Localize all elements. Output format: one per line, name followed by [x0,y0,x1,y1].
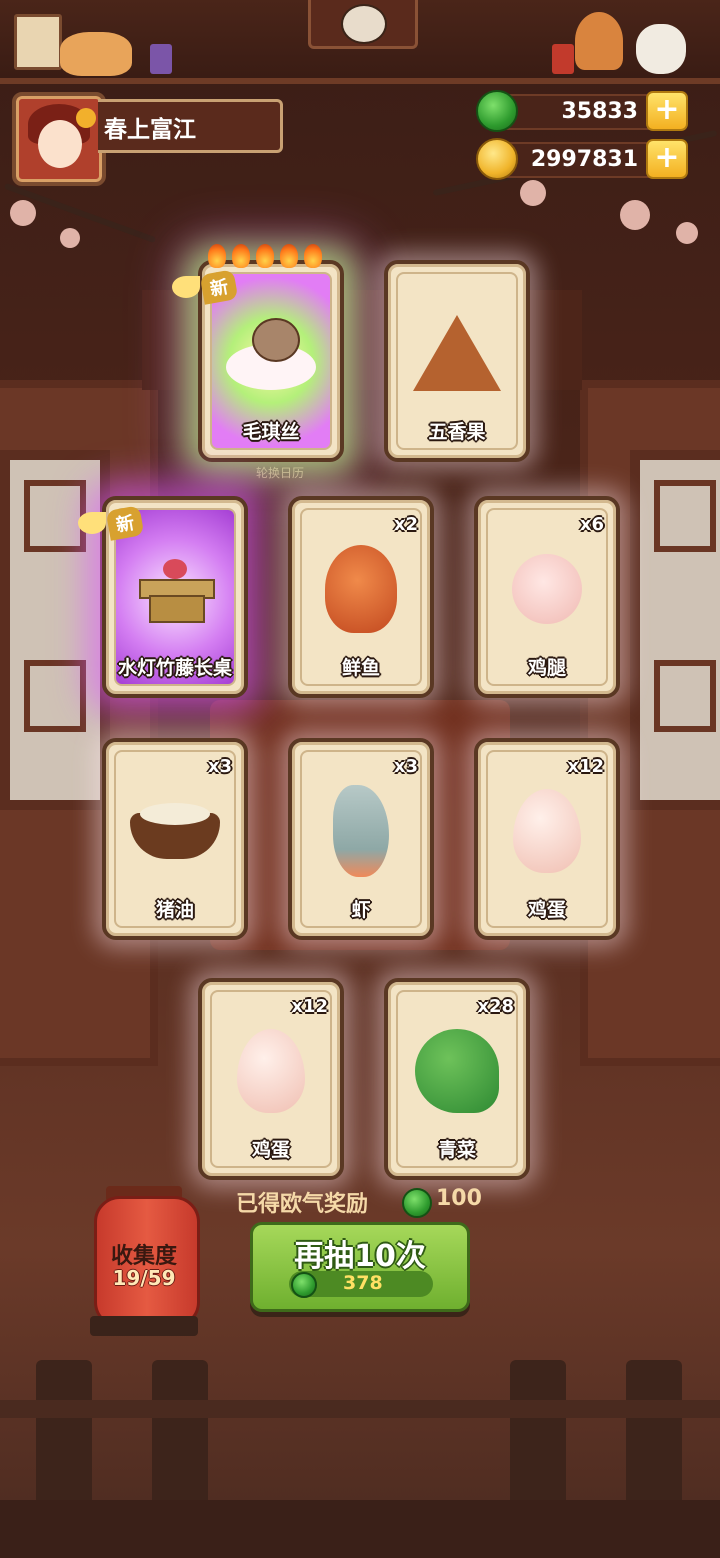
red-cup-decoration [552,44,574,74]
draw-button-label: 再抽10次 [294,1239,426,1274]
card-name: 鸡蛋 [251,1139,290,1161]
player-name: 春上富江 [104,117,196,143]
blossom-decoration [676,222,698,244]
wall-frame-decoration [14,14,62,70]
hanging-sign [308,0,418,49]
purple-cup-decoration [150,44,172,74]
spiced-triangle-fruit-icon [413,315,501,392]
rarity-flames [208,244,338,270]
reward-card[interactable]: x28 青菜 [384,978,530,1180]
blossom-decoration [520,180,546,206]
reward-label: 已得欧气奖励 [236,1192,369,1217]
bok-choy-icon [415,1029,499,1114]
reward-card[interactable]: 五香果 [384,260,530,462]
reward-card[interactable]: x12 鸡蛋 [198,978,344,1180]
player-name-bar: 春上富江 [98,99,283,153]
jade-icon [476,90,518,132]
card-name: 虾 [351,899,371,921]
jade-icon [402,1188,432,1218]
level-badge-icon [76,108,96,128]
draw-cost: 378 [343,1272,383,1294]
flame-icon [256,244,274,268]
card-name: 青菜 [437,1139,476,1161]
card-quantity: x28 [477,996,514,1017]
orange-cat-decoration [60,32,132,76]
card-name: 毛琪丝 [242,421,300,443]
card-quantity: x12 [291,996,328,1017]
blossom-decoration [620,200,650,230]
card-quantity: x3 [393,756,418,777]
flame-icon [304,244,322,268]
card-quantity: x2 [393,514,418,535]
card-name: 猪油 [155,899,194,921]
left-window [0,450,110,810]
card-quantity: x3 [207,756,232,777]
card-quantity: x6 [579,514,604,535]
reward-card[interactable]: x3 虾 [288,738,434,940]
chef-girl-decoration [575,12,623,70]
coin-icon [476,138,518,180]
reward-value: 100 [436,1186,482,1211]
bamboo-table-icon [135,559,215,624]
flame-icon [280,244,298,268]
hermit-crab-cat-icon [226,318,316,391]
jade-amount: 35833 [561,99,638,124]
card-name: 鸡腿 [527,657,566,679]
player-avatar[interactable] [12,92,106,186]
card-quantity: x12 [567,756,604,777]
right-window [630,450,720,810]
blossom-decoration [10,200,36,226]
collection-progress: 19/59 [112,1266,176,1290]
card-name: 水灯竹藤长桌 [117,657,232,679]
wing-icon [172,276,200,298]
draw-ten-button[interactable]: 再抽10次 378 [250,1222,470,1312]
fish-icon [325,545,397,634]
reward-card[interactable]: x3 猪油 [102,738,248,940]
white-cat-decoration [636,24,686,74]
reward-card[interactable]: x6 鸡腿 [474,496,620,698]
card-name: 鲜鱼 [341,657,380,679]
lard-bowl-icon [130,803,220,860]
banner-text: 轮换日历 [255,466,304,480]
add-jade-button[interactable]: + [646,91,688,131]
blossom-decoration [60,228,80,248]
flame-icon [208,244,226,268]
jade-icon [291,1272,317,1298]
foreground-fence [0,1360,720,1558]
flame-icon [232,244,250,268]
coin-amount: 2997831 [530,147,638,172]
card-name: 五香果 [428,421,486,443]
collection-lantern[interactable]: 收集度 19/59 [90,1186,200,1338]
reward-card[interactable]: x12 鸡蛋 [474,738,620,940]
wing-icon [78,512,106,534]
reward-card[interactable]: x2 鲜鱼 [288,496,434,698]
card-name: 鸡蛋 [527,899,566,921]
chicken-leg-icon [512,554,582,625]
add-coins-button[interactable]: + [646,139,688,179]
